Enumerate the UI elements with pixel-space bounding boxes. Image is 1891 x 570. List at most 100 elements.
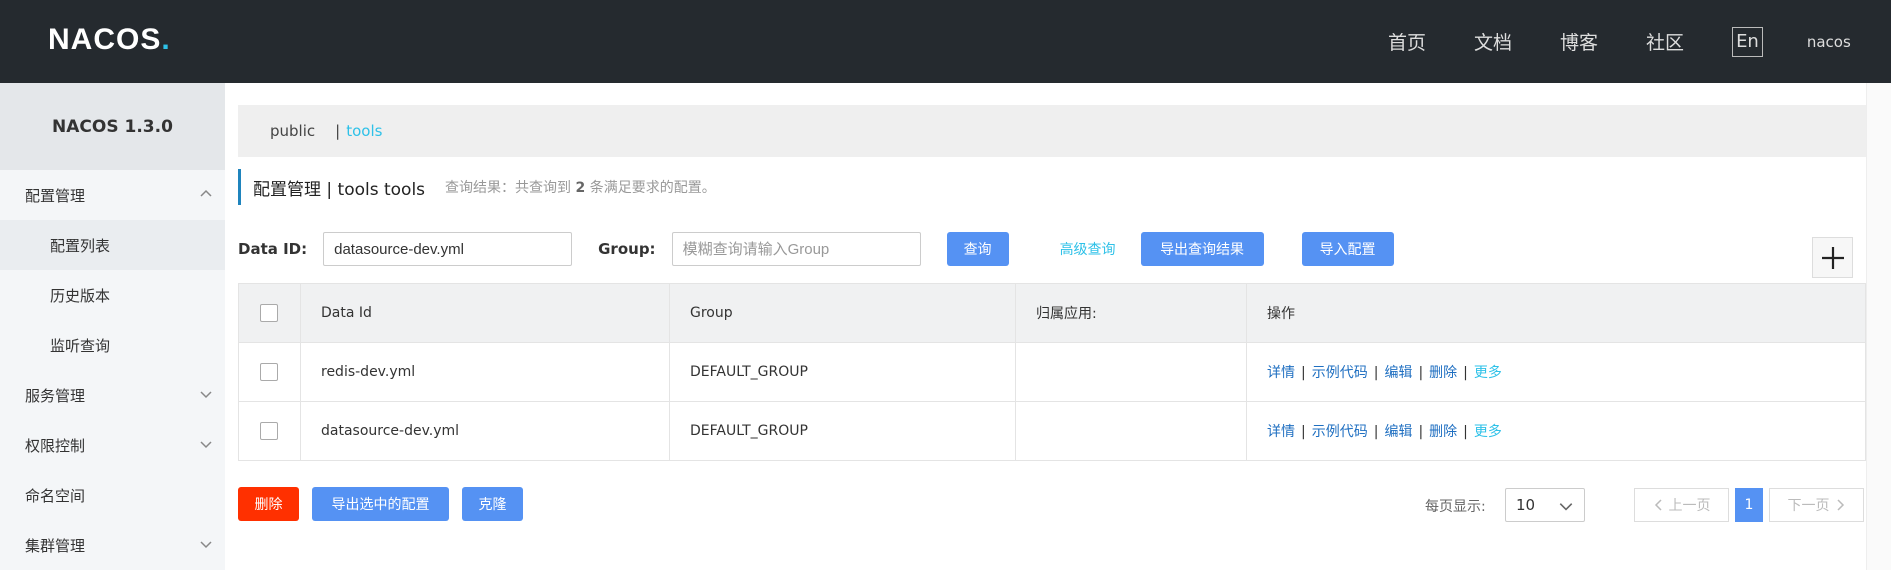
export-results-button[interactable]: 导出查询结果 bbox=[1140, 232, 1264, 266]
nav-community[interactable]: 社区 bbox=[1646, 28, 1684, 55]
detail-link[interactable]: 详情 bbox=[1267, 365, 1295, 381]
delete-button[interactable]: 删除 bbox=[238, 487, 299, 521]
next-page-label: 下一页 bbox=[1787, 498, 1830, 514]
next-page-button[interactable]: 下一页 bbox=[1769, 488, 1864, 522]
header-checkbox-cell bbox=[238, 283, 301, 343]
scrollbar[interactable] bbox=[1866, 83, 1891, 570]
prev-page-button[interactable]: 上一页 bbox=[1634, 488, 1729, 522]
page-size-value: 10 bbox=[1516, 496, 1536, 514]
namespace-separator: | bbox=[335, 122, 341, 140]
filter-bar: Data ID: Group: 查询 高级查询 导出查询结果 导入配置 bbox=[238, 231, 1394, 267]
chevron-right-icon bbox=[1836, 499, 1844, 511]
table-header-row: Data Id Group 归属应用: 操作 bbox=[238, 283, 1866, 343]
cell-operations: 详情 | 示例代码 | 编辑 | 删除 | 更多 bbox=[1246, 342, 1866, 402]
op-separator: | bbox=[1463, 424, 1468, 440]
sidebar-item-label: 配置列表 bbox=[50, 236, 111, 255]
sidebar-item-label: 集群管理 bbox=[25, 536, 86, 555]
sidebar-item-label: 服务管理 bbox=[25, 386, 86, 405]
chevron-down-icon bbox=[200, 391, 212, 399]
sample-code-link[interactable]: 示例代码 bbox=[1312, 424, 1368, 440]
prev-page-label: 上一页 bbox=[1668, 498, 1711, 514]
page-size-select[interactable]: 10 bbox=[1505, 488, 1585, 522]
export-selected-button[interactable]: 导出选中的配置 bbox=[312, 487, 449, 521]
row-checkbox-cell bbox=[238, 401, 301, 461]
op-separator: | bbox=[1418, 365, 1424, 381]
result-hint: 查询结果：共查询到 2 条满足要求的配置。 bbox=[445, 177, 716, 197]
sidebar-item-label: 监听查询 bbox=[50, 336, 111, 355]
group-label: Group: bbox=[598, 240, 656, 258]
sidebar-item-access-control[interactable]: 权限控制 bbox=[0, 420, 225, 470]
chevron-left-icon bbox=[1654, 499, 1662, 511]
namespace-bar: public | tools bbox=[238, 105, 1866, 157]
chevron-up-icon bbox=[200, 189, 212, 197]
op-separator: | bbox=[1373, 424, 1379, 440]
namespace-public[interactable]: public bbox=[270, 122, 315, 140]
sidebar-item-label: 配置管理 bbox=[25, 186, 86, 205]
data-id-input[interactable] bbox=[323, 232, 573, 266]
sidebar-item-listener-query[interactable]: 监听查询 bbox=[0, 320, 225, 370]
cell-app bbox=[1015, 342, 1247, 402]
op-separator: | bbox=[1463, 365, 1468, 381]
advanced-query-link[interactable]: 高级查询 bbox=[1060, 239, 1116, 259]
nacos-logo[interactable]: NACOS. bbox=[48, 23, 171, 57]
edit-link[interactable]: 编辑 bbox=[1384, 424, 1412, 440]
op-separator: | bbox=[1373, 365, 1379, 381]
result-hint-prefix: 查询结果：共查询到 bbox=[445, 180, 572, 196]
language-toggle[interactable]: En bbox=[1732, 26, 1763, 57]
nav-docs[interactable]: 文档 bbox=[1474, 28, 1512, 55]
query-button[interactable]: 查询 bbox=[946, 232, 1009, 266]
cell-operations: 详情 | 示例代码 | 编辑 | 删除 | 更多 bbox=[1246, 401, 1866, 461]
sidebar-item-config-management[interactable]: 配置管理 bbox=[0, 170, 225, 220]
sidebar-item-service-management[interactable]: 服务管理 bbox=[0, 370, 225, 420]
sidebar-item-config-list[interactable]: 配置列表 bbox=[0, 220, 225, 270]
result-count: 2 bbox=[575, 180, 586, 196]
data-id-label: Data ID: bbox=[238, 240, 308, 258]
nav-blog[interactable]: 博客 bbox=[1560, 28, 1598, 55]
user-name[interactable]: nacos bbox=[1807, 33, 1851, 51]
delete-link[interactable]: 删除 bbox=[1429, 424, 1457, 440]
pagination: 上一页 1 下一页 bbox=[1634, 488, 1864, 522]
chevron-down-icon bbox=[1559, 503, 1573, 511]
sidebar-title: NACOS 1.3.0 bbox=[0, 83, 225, 170]
plus-icon bbox=[1821, 246, 1844, 269]
sidebar-item-namespace[interactable]: 命名空间 bbox=[0, 470, 225, 520]
add-config-button[interactable] bbox=[1812, 237, 1853, 278]
sample-code-link[interactable]: 示例代码 bbox=[1312, 365, 1368, 381]
sidebar-item-label: 命名空间 bbox=[25, 486, 86, 505]
op-separator: | bbox=[1301, 424, 1306, 440]
header-group: Group bbox=[669, 283, 1016, 343]
nav-home[interactable]: 首页 bbox=[1388, 28, 1426, 55]
header-data-id: Data Id bbox=[300, 283, 670, 343]
result-hint-suffix: 条满足要求的配置。 bbox=[589, 180, 716, 196]
bulk-actions: 删除 导出选中的配置 克隆 bbox=[238, 487, 523, 521]
sidebar-item-cluster-management[interactable]: 集群管理 bbox=[0, 520, 225, 570]
detail-link[interactable]: 详情 bbox=[1267, 424, 1295, 440]
edit-link[interactable]: 编辑 bbox=[1384, 365, 1412, 381]
row-checkbox[interactable] bbox=[260, 363, 278, 381]
cell-data-id: datasource-dev.yml bbox=[300, 401, 670, 461]
top-nav: 首页 文档 博客 社区 En nacos bbox=[1388, 0, 1851, 83]
main-content: public | tools 配置管理 | tools tools 查询结果：共… bbox=[225, 83, 1891, 570]
group-input[interactable] bbox=[671, 232, 921, 266]
op-separator: | bbox=[1418, 424, 1424, 440]
more-link[interactable]: 更多 bbox=[1474, 365, 1502, 381]
clone-button[interactable]: 克隆 bbox=[462, 487, 523, 521]
table-row: redis-dev.yml DEFAULT_GROUP 详情 | 示例代码 | 编辑 | 删… bbox=[238, 342, 1866, 402]
sidebar: NACOS 1.3.0 配置管理 配置列表 历史版本 监听查询 服务管理 权限控… bbox=[0, 83, 225, 570]
table-row: datasource-dev.yml DEFAULT_GROUP 详情 | 示例代码… bbox=[238, 401, 1866, 461]
delete-link[interactable]: 删除 bbox=[1429, 365, 1457, 381]
page-header: 配置管理 | tools tools 查询结果：共查询到 2 条满足要求的配置。 bbox=[238, 169, 716, 205]
top-header: NACOS. 首页 文档 博客 社区 En nacos bbox=[0, 0, 1891, 83]
namespace-tools[interactable]: tools bbox=[346, 122, 382, 140]
config-table: Data Id Group 归属应用: 操作 redis-dev.yml DEF… bbox=[238, 283, 1866, 461]
header-app: 归属应用: bbox=[1015, 283, 1247, 343]
select-all-checkbox[interactable] bbox=[260, 304, 278, 322]
chevron-down-icon bbox=[200, 541, 212, 549]
cell-group: DEFAULT_GROUP bbox=[669, 401, 1016, 461]
import-config-button[interactable]: 导入配置 bbox=[1301, 232, 1394, 266]
chevron-down-icon bbox=[200, 441, 212, 449]
page-1-button[interactable]: 1 bbox=[1735, 488, 1763, 522]
more-link[interactable]: 更多 bbox=[1474, 424, 1502, 440]
row-checkbox[interactable] bbox=[260, 422, 278, 440]
sidebar-item-history[interactable]: 历史版本 bbox=[0, 270, 225, 320]
